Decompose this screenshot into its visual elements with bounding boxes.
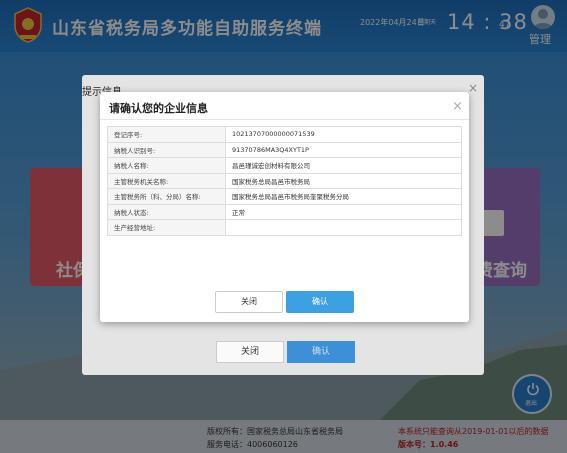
table-row: 纳税人名称: 昌邑瑾诚宏创材料有限公司 xyxy=(107,157,462,174)
row-value: 国家税务总局昌邑市税务局 xyxy=(225,172,462,189)
prompt-confirm-button[interactable]: 确认 xyxy=(287,341,355,363)
modal-divider xyxy=(100,119,469,120)
enterprise-info-table: 登记序号: 10213707000000071539 纳税人识别号: 91370… xyxy=(107,126,462,236)
table-row: 纳税人状态: 正常 xyxy=(107,203,462,220)
close-icon[interactable]: × xyxy=(452,99,463,114)
enterprise-info-modal: 请确认您的企业信息 × 登记序号: 10213707000000071539 纳… xyxy=(100,92,469,322)
row-value: 正常 xyxy=(225,203,462,220)
table-row: 主管税务机关名称: 国家税务总局昌邑市税务局 xyxy=(107,172,462,189)
row-label: 纳税人状态: xyxy=(107,203,226,220)
row-value: 国家税务总局昌邑市税务局奎聚税务分局 xyxy=(225,188,462,205)
close-button[interactable]: 关闭 xyxy=(215,291,283,313)
row-value xyxy=(225,219,462,236)
row-label: 生产经营地址: xyxy=(107,219,226,236)
row-value: 91370786MA3Q4XYT1P xyxy=(225,141,462,158)
close-icon[interactable]: × xyxy=(468,81,478,95)
confirm-button[interactable]: 确认 xyxy=(286,291,354,313)
modal-title: 请确认您的企业信息 xyxy=(109,102,208,115)
row-label: 纳税人识别号: xyxy=(107,141,226,158)
row-value: 昌邑瑾诚宏创材料有限公司 xyxy=(225,157,462,174)
table-row: 主管税务所（科、分局）名称: 国家税务总局昌邑市税务局奎聚税务分局 xyxy=(107,188,462,205)
prompt-close-button[interactable]: 关闭 xyxy=(216,341,284,363)
row-value: 10213707000000071539 xyxy=(225,126,462,143)
row-label: 登记序号: xyxy=(107,126,226,143)
row-label: 纳税人名称: xyxy=(107,157,226,174)
row-label: 主管税务机关名称: xyxy=(107,172,226,189)
table-row: 生产经营地址: xyxy=(107,219,462,236)
table-row: 登记序号: 10213707000000071539 xyxy=(107,126,462,143)
table-row: 纳税人识别号: 91370786MA3Q4XYT1P xyxy=(107,141,462,158)
row-label: 主管税务所（科、分局）名称: xyxy=(107,188,226,205)
